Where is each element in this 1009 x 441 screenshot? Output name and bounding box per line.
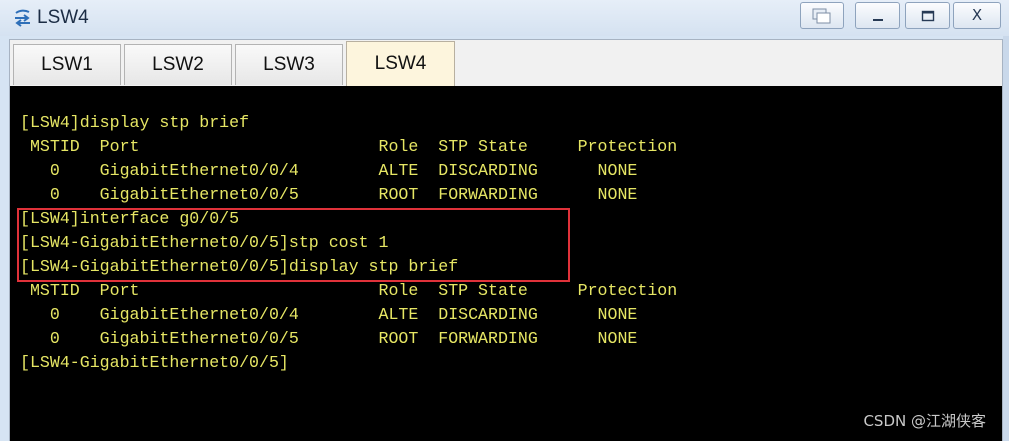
switch-icon <box>15 9 30 27</box>
minimize-button[interactable] <box>855 2 900 29</box>
console-line: 0 GigabitEthernet0/0/5 ROOT FORWARDING N… <box>20 329 638 348</box>
console-line: [LSW4-GigabitEthernet0/0/5] <box>20 353 289 372</box>
title-bar[interactable]: LSW4 X <box>0 0 1009 36</box>
tab-lsw4[interactable]: LSW4 <box>346 41 455 86</box>
minimize-icon <box>872 18 883 21</box>
device-tab-strip: LSW1 LSW2 LSW3 LSW4 <box>9 39 1003 86</box>
window-title: LSW4 <box>37 7 89 28</box>
window-frame-right <box>1003 36 1009 441</box>
console-line: 0 GigabitEthernet0/0/4 ALTE DISCARDING N… <box>20 305 638 324</box>
console-line: 0 GigabitEthernet0/0/4 ALTE DISCARDING N… <box>20 161 638 180</box>
window-frame-left <box>0 36 9 441</box>
close-button[interactable]: X <box>953 2 1001 29</box>
highlight-annotation-box <box>17 208 570 282</box>
terminal-console[interactable]: [LSW4]display stp brief MSTID Port Role … <box>9 86 1003 441</box>
console-line: 0 GigabitEthernet0/0/5 ROOT FORWARDING N… <box>20 185 638 204</box>
console-line: MSTID Port Role STP State Protection <box>20 137 678 156</box>
tab-lsw3[interactable]: LSW3 <box>235 44 343 85</box>
tab-lsw1[interactable]: LSW1 <box>13 44 121 85</box>
restore-window-button[interactable] <box>800 2 844 29</box>
console-line: [LSW4]display stp brief <box>20 113 250 132</box>
restore-window-icon <box>812 8 831 23</box>
close-icon: X <box>971 6 983 24</box>
maximize-button[interactable] <box>905 2 950 29</box>
maximize-icon <box>921 10 934 21</box>
tab-lsw2[interactable]: LSW2 <box>124 44 232 85</box>
watermark-text: CSDN @江湖侠客 <box>863 412 986 430</box>
terminal-window: LSW4 X LSW1 LSW2 LSW3 LSW4 [LSW4]display… <box>0 0 1009 441</box>
console-line: MSTID Port Role STP State Protection <box>20 281 678 300</box>
